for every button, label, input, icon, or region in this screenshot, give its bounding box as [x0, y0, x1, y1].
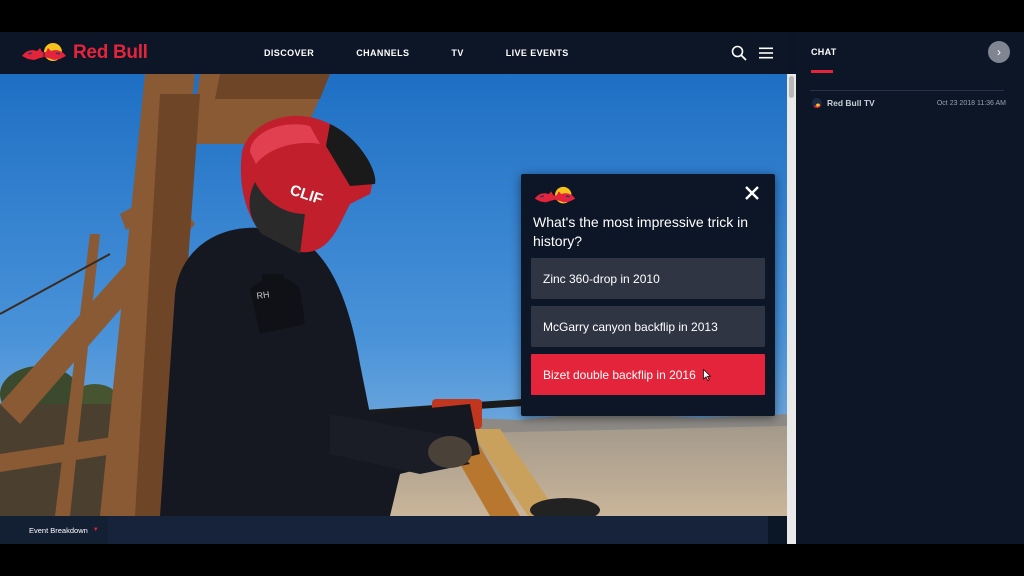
- letterbox-bottom: [0, 544, 1024, 576]
- chat-divider: [810, 90, 1004, 91]
- poll-option-mcgarry[interactable]: McGarry canyon backflip in 2013: [531, 306, 765, 347]
- red-bull-emblem-icon: [534, 186, 576, 204]
- event-breakdown-bar: Event Breakdown ▼: [0, 516, 787, 544]
- poll-overlay: What's the most impressive trick in hist…: [521, 174, 775, 416]
- chat-tab-indicator: [811, 70, 833, 73]
- event-breakdown-label: Event Breakdown: [29, 525, 88, 535]
- chat-message: Red Bull TV Oct 23 2018 11:36 AM: [812, 97, 1006, 109]
- main-nav: DISCOVER CHANNELS TV LIVE EVENTS: [264, 32, 611, 74]
- chat-timestamp: Oct 23 2018 11:36 AM: [936, 99, 1006, 107]
- chevron-right-icon[interactable]: ›: [988, 41, 1010, 63]
- red-bull-emblem-icon: [22, 43, 66, 61]
- brand-name: Red Bull: [73, 42, 148, 63]
- letterbox-top: [0, 0, 1024, 32]
- red-bull-avatar-icon: [813, 103, 821, 108]
- nav-tv[interactable]: TV: [451, 48, 463, 58]
- tab-chat[interactable]: CHAT: [811, 47, 837, 57]
- close-icon[interactable]: [743, 184, 761, 202]
- poll-option-zinc[interactable]: Zinc 360-drop in 2010: [531, 258, 765, 299]
- event-timeline-strip: [108, 516, 768, 544]
- event-breakdown-tab[interactable]: Event Breakdown ▼: [0, 516, 108, 544]
- chat-username[interactable]: Red Bull TV: [827, 98, 875, 108]
- nav-live-events[interactable]: LIVE EVENTS: [506, 48, 569, 58]
- search-icon[interactable]: [730, 44, 748, 62]
- poll-question: What's the most impressive trick in hist…: [533, 214, 749, 249]
- nav-channels[interactable]: CHANNELS: [356, 48, 409, 58]
- nav-discover[interactable]: DISCOVER: [264, 48, 314, 58]
- svg-text:RH: RH: [256, 289, 270, 301]
- mouse-cursor-icon: [703, 369, 711, 381]
- page-scrollbar[interactable]: [787, 74, 796, 544]
- poll-option-bizet[interactable]: Bizet double backflip in 2016: [531, 354, 765, 395]
- top-header: Red Bull DISCOVER CHANNELS TV LIVE EVENT…: [0, 32, 788, 74]
- avatar: [812, 98, 822, 108]
- hamburger-menu-icon[interactable]: [758, 44, 776, 62]
- redbull-tv-app: Red Bull DISCOVER CHANNELS TV LIVE EVENT…: [0, 32, 1024, 544]
- scrollbar-thumb[interactable]: [789, 76, 794, 98]
- redbull-logo[interactable]: Red Bull: [20, 38, 148, 68]
- caret-down-icon: ▼: [92, 527, 99, 533]
- chat-panel: CHAT › Red Bull TV Oct 23 2018 11:36 AM: [796, 32, 1024, 544]
